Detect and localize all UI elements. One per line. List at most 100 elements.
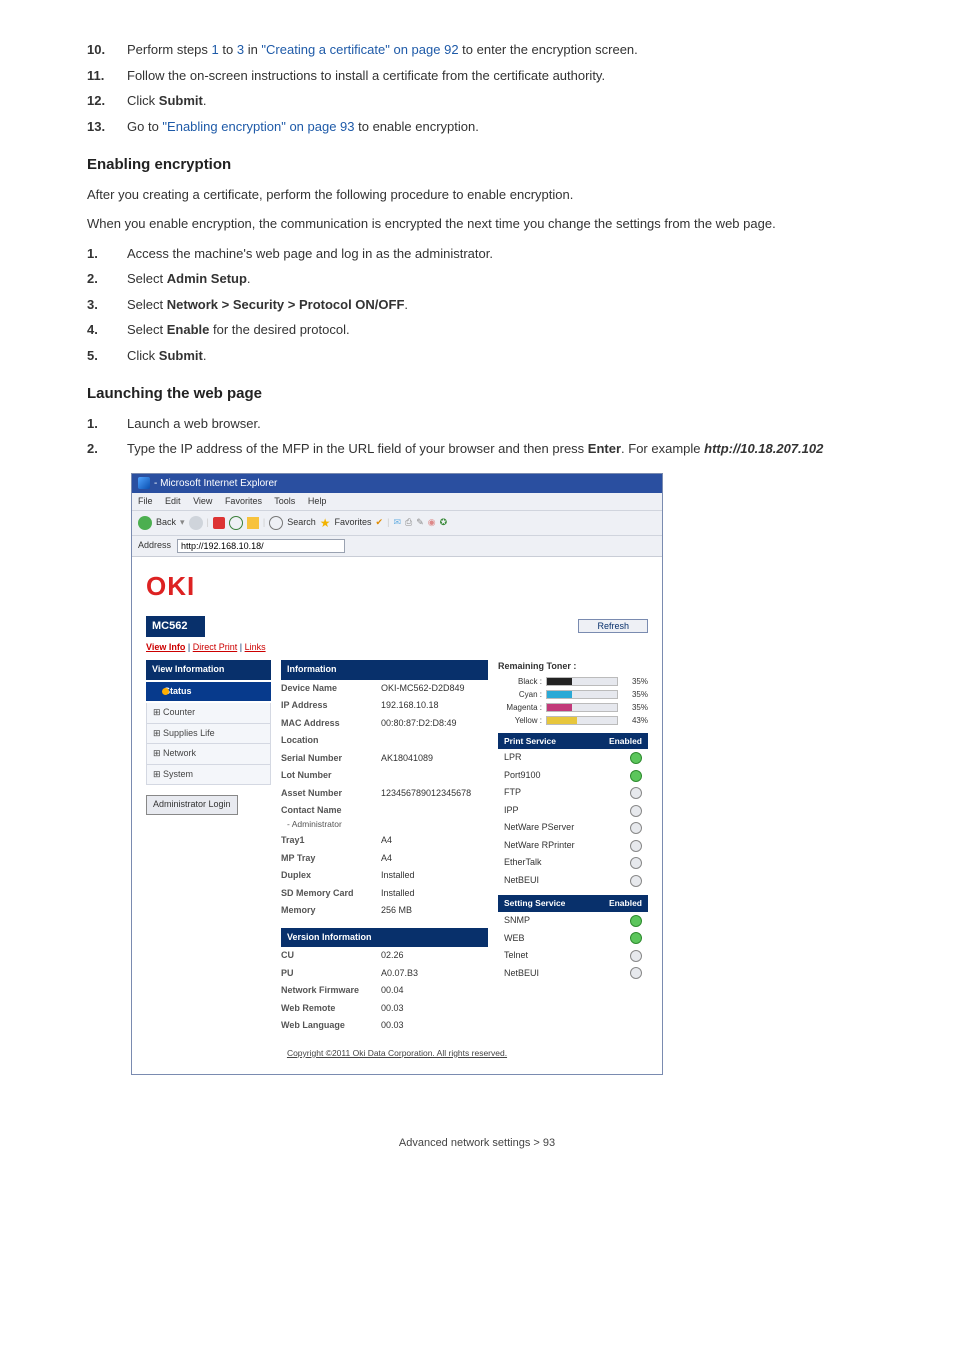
- service-row: IPP: [498, 802, 648, 820]
- step-number: 1.: [87, 244, 127, 264]
- info-key: MP Tray: [281, 852, 381, 866]
- service-row: NetBEUI: [498, 872, 648, 890]
- version-row: Web Remote00.03: [281, 1000, 488, 1018]
- print-service-header: Print ServiceEnabled: [498, 733, 648, 750]
- history-icon[interactable]: ✔: [376, 516, 384, 530]
- remaining-toner-label: Remaining Toner :: [498, 660, 648, 674]
- version-row: PUA0.07.B3: [281, 965, 488, 983]
- info-value: 123456789012345678: [381, 787, 488, 801]
- status-dot-icon: [630, 787, 642, 799]
- step-number: 12.: [87, 91, 127, 111]
- status-dot-icon: [630, 950, 642, 962]
- link-step3[interactable]: 3: [237, 42, 244, 57]
- info-key: IP Address: [281, 699, 381, 713]
- tab-view-info[interactable]: View Info: [146, 642, 185, 652]
- nav-view-information[interactable]: View Information: [146, 660, 271, 681]
- service-row: NetBEUI: [498, 965, 648, 983]
- menu-tools[interactable]: Tools: [274, 496, 295, 506]
- info-value: [381, 804, 488, 830]
- address-input[interactable]: [177, 539, 345, 553]
- info-key: Location: [281, 734, 381, 748]
- refresh-button[interactable]: Refresh: [578, 619, 648, 633]
- steps-10-13: 10. Perform steps 1 to 3 in "Creating a …: [87, 40, 867, 136]
- home-icon[interactable]: [247, 517, 259, 529]
- messenger-icon[interactable]: ✪: [440, 516, 448, 530]
- menu-help[interactable]: Help: [308, 496, 327, 506]
- info-row: Serial NumberAK18041089: [281, 750, 488, 768]
- status-dot-icon: [630, 857, 642, 869]
- menu-edit[interactable]: Edit: [165, 496, 181, 506]
- info-value: A4: [381, 852, 488, 866]
- info-key: Web Remote: [281, 1002, 381, 1016]
- administrator-login-button[interactable]: Administrator Login: [146, 795, 238, 815]
- search-icon[interactable]: [269, 516, 283, 530]
- nav-network[interactable]: ⊞ Network: [146, 744, 271, 765]
- menu-favorites[interactable]: Favorites: [225, 496, 262, 506]
- service-row: SNMP: [498, 912, 648, 930]
- favorites-label[interactable]: Favorites: [335, 516, 372, 530]
- service-row: LPR: [498, 749, 648, 767]
- toner-row: Yellow :43%: [498, 715, 648, 727]
- menu-view[interactable]: View: [193, 496, 212, 506]
- toner-row: Magenta :35%: [498, 702, 648, 714]
- copyright: Copyright ©2011 Oki Data Corporation. Al…: [146, 1047, 648, 1060]
- nav-status[interactable]: Status: [146, 682, 271, 703]
- service-name: FTP: [504, 786, 521, 800]
- nav-system[interactable]: ⊞ System: [146, 765, 271, 786]
- info-row: Memory256 MB: [281, 902, 488, 920]
- info-key: Lot Number: [281, 769, 381, 783]
- version-row: CU02.26: [281, 947, 488, 965]
- forward-icon[interactable]: [189, 516, 203, 530]
- step-body: Select Admin Setup.: [127, 269, 867, 289]
- info-value: AK18041089: [381, 752, 488, 766]
- status-dot-icon: [630, 805, 642, 817]
- step-body: Select Network > Security > Protocol ON/…: [127, 295, 867, 315]
- info-row: MAC Address00:80:87:D2:D8:49: [281, 715, 488, 733]
- toner-label: Yellow :: [498, 715, 542, 727]
- step-number: 2.: [87, 269, 127, 289]
- info-key: Web Language: [281, 1019, 381, 1033]
- service-name: LPR: [504, 751, 522, 765]
- info-key: Device Name: [281, 682, 381, 696]
- step-body: Launch a web browser.: [127, 414, 867, 434]
- tab-links[interactable]: Links: [245, 642, 266, 652]
- status-dot-icon: [630, 875, 642, 887]
- tab-direct-print[interactable]: Direct Print: [193, 642, 238, 652]
- nav-supplies-life[interactable]: ⊞ Supplies Life: [146, 724, 271, 745]
- service-name: NetBEUI: [504, 874, 539, 888]
- service-row: WEB: [498, 930, 648, 948]
- reload-icon[interactable]: [229, 516, 243, 530]
- menu-file[interactable]: File: [138, 496, 153, 506]
- link-step1[interactable]: 1: [212, 42, 219, 57]
- service-row: NetWare RPrinter: [498, 837, 648, 855]
- back-icon[interactable]: [138, 516, 152, 530]
- info-value: 00.03: [381, 1019, 488, 1033]
- status-dot-icon: [162, 688, 169, 695]
- tab-row: View Info | Direct Print | Links: [146, 641, 648, 655]
- toner-percent: 35%: [622, 689, 648, 701]
- link-enabling-encryption[interactable]: "Enabling encryption" on page 93: [162, 119, 354, 134]
- service-row: NetWare PServer: [498, 819, 648, 837]
- mail-icon[interactable]: ✉: [393, 516, 401, 530]
- print-icon[interactable]: ⎙: [405, 516, 412, 530]
- step-number: 1.: [87, 414, 127, 434]
- edit-icon[interactable]: ✎: [416, 516, 424, 530]
- discuss-icon[interactable]: ◉: [428, 516, 436, 530]
- model-name: MC562: [146, 616, 205, 637]
- info-row: SD Memory CardInstalled: [281, 885, 488, 903]
- nav-counter[interactable]: ⊞ Counter: [146, 703, 271, 724]
- info-row: Tray1A4: [281, 832, 488, 850]
- info-value: 00.04: [381, 984, 488, 998]
- toner-bar: [546, 677, 618, 686]
- toner-label: Cyan :: [498, 689, 542, 701]
- info-key: Network Firmware: [281, 984, 381, 998]
- stop-icon[interactable]: [213, 517, 225, 529]
- steps-enable: 1.Access the machine's web page and log …: [87, 244, 867, 366]
- link-creating-certificate[interactable]: "Creating a certificate" on page 92: [261, 42, 458, 57]
- search-label[interactable]: Search: [287, 516, 316, 530]
- step-body: Follow the on-screen instructions to ins…: [127, 66, 867, 86]
- back-label[interactable]: Back: [156, 516, 176, 530]
- info-row: MP TrayA4: [281, 850, 488, 868]
- favorites-star-icon[interactable]: ★: [320, 514, 331, 532]
- service-name: SNMP: [504, 914, 530, 928]
